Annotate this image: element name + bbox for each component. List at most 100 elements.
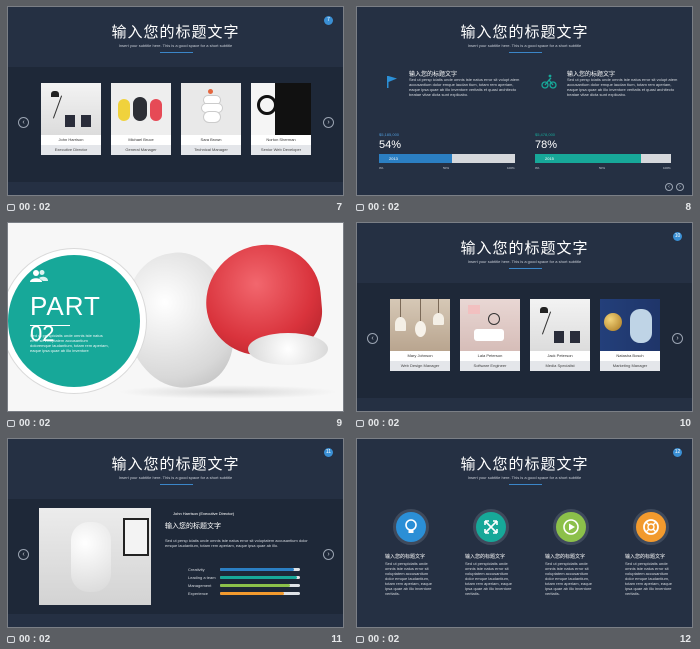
cyclist-icon: [541, 73, 557, 89]
member-role: Software Engineer: [460, 361, 520, 371]
feature-description: Sed ut perspiciatis unde omnis iste natu…: [545, 561, 592, 596]
team-card: Sara Brown Technical Manager: [181, 83, 241, 155]
thumb-caption: 00 : 02 12: [356, 631, 693, 649]
progress-year: 2013: [389, 156, 398, 161]
stat-description: Sed ut persp iciatis unde omnis iste nat…: [567, 77, 678, 97]
prev-arrow-button[interactable]: ‹: [18, 549, 29, 560]
skill-label: Leading a team: [188, 575, 216, 580]
person-name: John Harrison (Executive Director): [173, 511, 235, 516]
stat-percent: 54%: [379, 139, 402, 151]
slide-number: 9: [336, 418, 342, 429]
slide-title: 输入您的标题文字: [460, 23, 589, 41]
slide-subtitle: Insert your subtitle here. This is a goo…: [118, 43, 233, 48]
member-name: Jack Peterson: [530, 351, 590, 361]
team-card: Norton Sherman Senior Web Developer: [251, 83, 311, 155]
part-divider: [30, 325, 70, 326]
photo-speaker-blue: [600, 299, 660, 351]
member-name: Sara Brown: [181, 135, 241, 145]
team-card: Natasha Bosch Marketing Manager: [600, 299, 660, 371]
title-underline: [509, 484, 542, 485]
skill-label: Experience: [188, 591, 209, 596]
red-device-base: [248, 333, 328, 365]
axis-tick: 0%: [379, 166, 384, 170]
slide-subtitle: Insert your subtitle here. This is a goo…: [467, 475, 582, 480]
slide-title: 输入您的标题文字: [460, 239, 589, 257]
next-arrow-button[interactable]: ›: [323, 117, 334, 128]
axis-tick: 100%: [507, 166, 515, 170]
slide-number: 12: [679, 634, 691, 645]
member-role: Senior Web Developer: [251, 145, 311, 155]
member-role: Media Specialist: [530, 361, 590, 371]
slide-12-canvas: 输入您的标题文字 Insert your subtitle here. This…: [356, 438, 693, 628]
member-role: Marketing Manager: [600, 361, 660, 371]
slide-7-canvas: 输入您的标题文字 Insert your subtitle here. This…: [7, 6, 344, 196]
progress-bar: 2015: [535, 154, 671, 163]
slide-8-canvas: 输入您的标题文字 Insert your subtitle here. This…: [356, 6, 693, 196]
timer-label: 00 : 02: [356, 418, 399, 429]
next-arrow-button[interactable]: ›: [672, 333, 683, 344]
skill-bar-track: [220, 568, 300, 571]
flag-icon: [385, 75, 399, 89]
play-icon: [553, 509, 589, 545]
slide-title: 输入您的标题文字: [111, 23, 240, 41]
skill-bar-track: [220, 576, 300, 579]
member-role: General Manager: [111, 145, 171, 155]
feature-description: Sed ut perspiciatis unde omnis iste natu…: [465, 561, 512, 596]
thumb-caption: 00 : 02 7: [7, 199, 344, 217]
skill-bar-track: [220, 592, 300, 595]
member-name: John Harrison: [41, 135, 101, 145]
progress-bar: 2013: [379, 154, 515, 163]
prev-arrow-button[interactable]: ‹: [18, 117, 29, 128]
slide-badge: 7: [324, 16, 333, 25]
slide-number: 8: [685, 202, 691, 213]
slide-10-canvas: 输入您的标题文字 Insert your subtitle here. This…: [356, 222, 693, 412]
team-card: Lala Peterson Software Engineer: [460, 299, 520, 371]
next-small-button[interactable]: ›: [676, 183, 684, 191]
photo-lamp-chairs: [41, 83, 101, 135]
part-label: PART: [30, 291, 101, 321]
expand-arrows-icon: [473, 509, 509, 545]
feature-title: 输入您的标题文字: [625, 554, 666, 560]
stat-amount: $5,185,000: [379, 132, 400, 137]
timer-label: 00 : 02: [7, 202, 50, 213]
feature-title: 输入您的标题文字: [545, 554, 586, 560]
slide-badge: 12: [673, 448, 682, 457]
photo-black-white-object: [251, 83, 311, 135]
member-role: Technical Manager: [181, 145, 241, 155]
thumb-caption: 00 : 02 10: [356, 415, 693, 433]
slide-subtitle: Insert your subtitle here. This is a goo…: [467, 43, 582, 48]
photo-colored-speakers: [111, 83, 171, 135]
skill-bar-fill: [220, 568, 294, 571]
profile-heading: 输入您的标题文字: [165, 523, 221, 530]
photo-pendant-lamps: [390, 299, 450, 351]
prev-small-button[interactable]: ‹: [665, 183, 673, 191]
team-band: ‹ › Mary Johnson Web Design Manager Lala…: [357, 283, 692, 398]
axis-tick: 0%: [535, 166, 540, 170]
stat-description: Sed ut persp iciatis unde omnis iste nat…: [409, 77, 520, 97]
skill-label: Management: [188, 583, 212, 588]
users-icon: [30, 269, 48, 283]
axis-tick: 50%: [599, 166, 606, 170]
team-card: Jack Peterson Media Specialist: [530, 299, 590, 371]
photo-lamp-chairs: [530, 299, 590, 351]
slide-number: 10: [679, 418, 691, 429]
lifebuoy-icon: [633, 509, 669, 545]
timer-label: 00 : 02: [356, 202, 399, 213]
slide-title: 输入您的标题文字: [111, 455, 240, 473]
feature-description: Sed ut perspiciatis unde omnis iste natu…: [625, 561, 672, 596]
progress-fill: 2013: [379, 154, 453, 163]
stat-percent: 78%: [535, 139, 558, 151]
member-name: Michael Bruce: [111, 135, 171, 145]
prev-arrow-button[interactable]: ‹: [367, 333, 378, 344]
title-underline: [160, 52, 193, 53]
timer-label: 00 : 02: [7, 634, 50, 645]
team-band: ‹ › John Harrison Executive Director Mic…: [8, 67, 343, 182]
slide-badge: 10: [673, 232, 682, 241]
next-arrow-button[interactable]: ›: [323, 549, 334, 560]
member-role: Web Design Manager: [390, 361, 450, 371]
feature-title: 输入您的标题文字: [385, 554, 426, 560]
photo-pink-room: [460, 299, 520, 351]
skill-label: Creativity: [188, 567, 205, 572]
team-card: Mary Johnson Web Design Manager: [390, 299, 450, 371]
progress-fill: 2015: [535, 154, 642, 163]
